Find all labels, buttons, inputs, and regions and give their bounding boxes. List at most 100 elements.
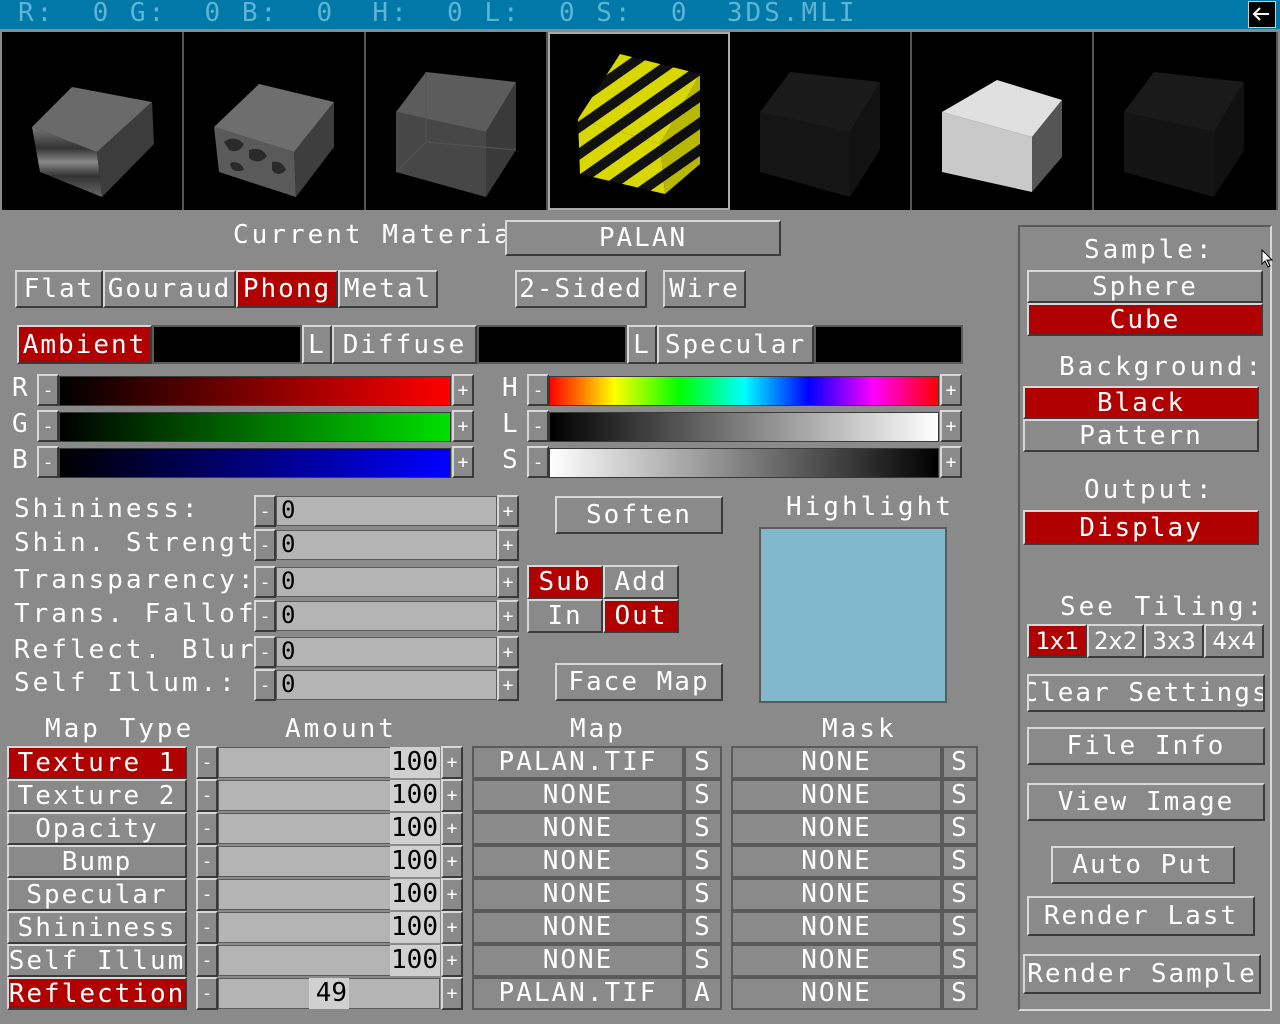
wire-button[interactable]: Wire <box>663 270 746 308</box>
mask-file-button[interactable]: NONE <box>731 911 942 944</box>
shininess-minus-button[interactable]: - <box>254 495 276 527</box>
transparency-field[interactable]: 0 <box>276 567 497 597</box>
sub-button[interactable]: Sub <box>527 565 603 599</box>
file-info-button[interactable]: File Info <box>1027 727 1265 765</box>
shininess-field[interactable]: 0 <box>276 496 497 526</box>
map-s-button[interactable]: S <box>684 845 722 878</box>
map-file-button[interactable]: NONE <box>472 812 684 845</box>
mask-file-button[interactable]: NONE <box>731 845 942 878</box>
ambient-button[interactable]: Ambient <box>17 325 152 364</box>
amount-plus-button[interactable]: + <box>441 977 463 1010</box>
r-minus-button[interactable]: - <box>37 374 59 406</box>
diffuse-lock-button[interactable]: L <box>627 325 657 364</box>
trans-falloff-plus-button[interactable]: + <box>497 600 519 632</box>
map-s-button[interactable]: S <box>684 812 722 845</box>
map-file-button[interactable]: PALAN.TIF <box>472 746 684 779</box>
amount-minus-button[interactable]: - <box>196 944 218 977</box>
map-s-button[interactable]: S <box>684 779 722 812</box>
mask-s-button[interactable]: S <box>942 746 978 779</box>
b-slider[interactable] <box>59 448 451 478</box>
map-s-button[interactable]: S <box>684 878 722 911</box>
amount-minus-button[interactable]: - <box>196 977 218 1010</box>
gouraud-button[interactable]: Gouraud <box>103 270 236 308</box>
tiling-3x3-button[interactable]: 3x3 <box>1144 624 1204 658</box>
metal-button[interactable]: Metal <box>338 270 438 308</box>
two-sided-button[interactable]: 2-Sided <box>515 270 647 308</box>
sphere-button[interactable]: Sphere <box>1027 270 1263 303</box>
amount-plus-button[interactable]: + <box>441 779 463 812</box>
auto-put-button[interactable]: Auto Put <box>1051 846 1235 884</box>
map-type-button[interactable]: Specular <box>7 878 187 911</box>
amount-minus-button[interactable]: - <box>196 845 218 878</box>
current-material-field[interactable]: PALAN <box>505 220 781 256</box>
r-plus-button[interactable]: + <box>452 374 474 406</box>
mask-file-button[interactable]: NONE <box>731 878 942 911</box>
h-slider[interactable] <box>549 376 939 406</box>
mask-s-button[interactable]: S <box>942 977 978 1010</box>
sample-slot-dark-cube[interactable] <box>730 32 912 210</box>
map-s-button[interactable]: A <box>684 977 722 1010</box>
map-type-button[interactable]: Texture 1 <box>7 746 187 779</box>
face-map-button[interactable]: Face Map <box>555 663 723 701</box>
add-button[interactable]: Add <box>603 565 679 599</box>
diffuse-button[interactable]: Diffuse <box>332 325 477 364</box>
r-slider[interactable] <box>59 376 451 406</box>
map-file-button[interactable]: NONE <box>472 779 684 812</box>
h-plus-button[interactable]: + <box>940 374 962 406</box>
mask-s-button[interactable]: S <box>942 878 978 911</box>
back-button[interactable] <box>1248 1 1276 28</box>
amount-plus-button[interactable]: + <box>441 845 463 878</box>
self-illum-field[interactable]: 0 <box>276 670 497 700</box>
trans-falloff-field[interactable]: 0 <box>276 601 497 631</box>
sample-slot-white-cube[interactable] <box>912 32 1094 210</box>
map-file-button[interactable]: PALAN.TIF <box>472 977 684 1010</box>
mask-s-button[interactable]: S <box>942 911 978 944</box>
amount-plus-button[interactable]: + <box>441 944 463 977</box>
tiling-1x1-button[interactable]: 1x1 <box>1027 624 1087 658</box>
sample-slot-glass-cube[interactable] <box>366 32 548 210</box>
map-file-button[interactable]: NONE <box>472 878 684 911</box>
l-minus-button[interactable]: - <box>527 410 549 442</box>
map-type-button[interactable]: Self Illum <box>7 944 187 977</box>
map-file-button[interactable]: NONE <box>472 911 684 944</box>
trans-falloff-minus-button[interactable]: - <box>254 600 276 632</box>
amount-minus-button[interactable]: - <box>196 878 218 911</box>
sample-slot-hazard-cube[interactable] <box>548 32 730 210</box>
mask-file-button[interactable]: NONE <box>731 977 942 1010</box>
map-file-button[interactable]: NONE <box>472 944 684 977</box>
sample-slot-wood-cube[interactable] <box>2 32 184 210</box>
mask-s-button[interactable]: S <box>942 845 978 878</box>
reflect-blur-plus-button[interactable]: + <box>497 636 519 668</box>
b-plus-button[interactable]: + <box>452 446 474 478</box>
g-slider[interactable] <box>59 412 451 442</box>
amount-minus-button[interactable]: - <box>196 911 218 944</box>
mask-file-button[interactable]: NONE <box>731 944 942 977</box>
amount-minus-button[interactable]: - <box>196 746 218 779</box>
g-minus-button[interactable]: - <box>37 410 59 442</box>
tiling-2x2-button[interactable]: 2x2 <box>1087 624 1144 658</box>
cube-button[interactable]: Cube <box>1027 303 1263 336</box>
shin-strength-plus-button[interactable]: + <box>497 529 519 561</box>
clear-settings-button[interactable]: Clear Settings <box>1027 674 1265 712</box>
mask-s-button[interactable]: S <box>942 779 978 812</box>
specular-button[interactable]: Specular <box>657 325 814 364</box>
shin-strength-minus-button[interactable]: - <box>254 529 276 561</box>
s-slider[interactable] <box>549 448 939 478</box>
shin-strength-field[interactable]: 0 <box>276 530 497 560</box>
render-sample-button[interactable]: Render Sample <box>1023 954 1261 994</box>
pattern-button[interactable]: Pattern <box>1023 419 1259 452</box>
map-type-button[interactable]: Texture 2 <box>7 779 187 812</box>
mask-file-button[interactable]: NONE <box>731 779 942 812</box>
s-minus-button[interactable]: - <box>527 446 549 478</box>
sample-slot-camo-cube[interactable] <box>184 32 366 210</box>
tiling-4x4-button[interactable]: 4x4 <box>1204 624 1264 658</box>
map-s-button[interactable]: S <box>684 944 722 977</box>
soften-button[interactable]: Soften <box>555 496 723 534</box>
display-button[interactable]: Display <box>1023 510 1259 545</box>
view-image-button[interactable]: View Image <box>1027 783 1265 821</box>
l-plus-button[interactable]: + <box>940 410 962 442</box>
h-minus-button[interactable]: - <box>527 374 549 406</box>
transparency-minus-button[interactable]: - <box>254 566 276 598</box>
amount-plus-button[interactable]: + <box>441 878 463 911</box>
amount-plus-button[interactable]: + <box>441 911 463 944</box>
